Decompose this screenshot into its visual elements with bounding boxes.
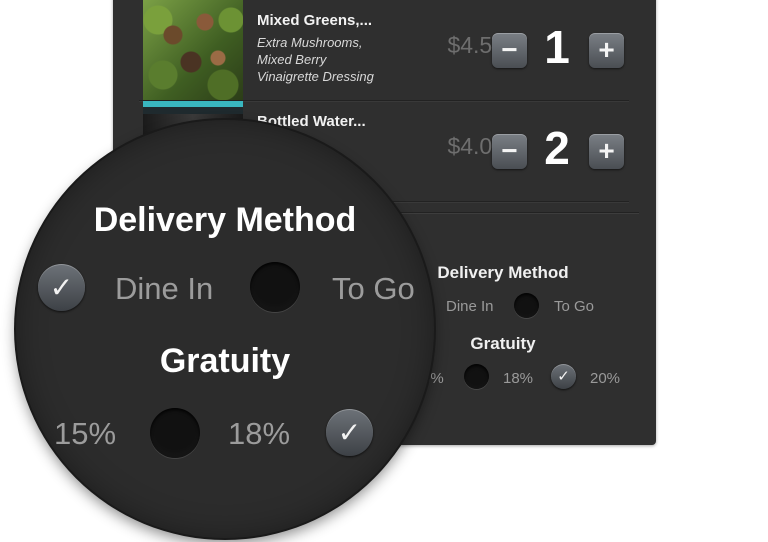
item-modifier: Vinaigrette Dressing xyxy=(257,69,374,84)
gratuity-20-label: 20% xyxy=(590,370,621,387)
item-price: $4.50 xyxy=(447,32,505,58)
order-item-row: Mixed Greens,... Extra Mushrooms, Mixed … xyxy=(139,0,629,101)
delivery-method-title: Delivery Method xyxy=(437,263,569,282)
gratuity-18-check-icon[interactable]: ✓ xyxy=(326,409,373,456)
dine-in-check-icon[interactable]: ✓ xyxy=(38,264,85,311)
gratuity-title: Gratuity xyxy=(470,334,536,353)
item-modifier: Extra Mushrooms, xyxy=(257,35,363,50)
item-quantity: 2 xyxy=(544,122,570,174)
dine-in-label: Dine In xyxy=(446,298,494,315)
item-price: $4.00 xyxy=(447,133,505,159)
to-go-radio[interactable] xyxy=(514,293,539,318)
to-go-label: To Go xyxy=(554,298,595,315)
magnified-delivery-method-title: Delivery Method xyxy=(93,201,357,239)
decrease-quantity-button[interactable]: − xyxy=(492,134,527,169)
item-modifier: Mixed Berry xyxy=(257,52,327,67)
magnified-dine-in-label: Dine In xyxy=(115,271,214,306)
zoom-magnifier: Delivery Method ✓ Dine In To Go Gratuity… xyxy=(16,120,434,538)
to-go-radio-magnified[interactable] xyxy=(250,262,300,312)
gratuity-18-label: 18% xyxy=(503,370,534,387)
gratuity-15-radio-magnified[interactable] xyxy=(150,408,200,458)
item-name: Mixed Greens,... xyxy=(257,12,373,29)
item-modifiers: Extra Mushrooms, Mixed Berry Vinaigrette… xyxy=(257,34,407,85)
gratuity-20-check-icon[interactable]: ✓ xyxy=(551,364,576,389)
magnified-18-label: 18% xyxy=(228,416,291,451)
item-quantity: 1 xyxy=(544,21,570,73)
increase-quantity-button[interactable]: + xyxy=(589,134,624,169)
gratuity-18-radio[interactable] xyxy=(464,364,489,389)
decrease-quantity-button[interactable]: − xyxy=(492,33,527,68)
mixed-greens-thumbnail xyxy=(143,0,243,100)
magnified-gratuity-title: Gratuity xyxy=(159,342,291,380)
increase-quantity-button[interactable]: + xyxy=(589,33,624,68)
magnified-to-go-label: To Go xyxy=(332,271,415,306)
magnified-15-label: 15% xyxy=(54,416,117,451)
